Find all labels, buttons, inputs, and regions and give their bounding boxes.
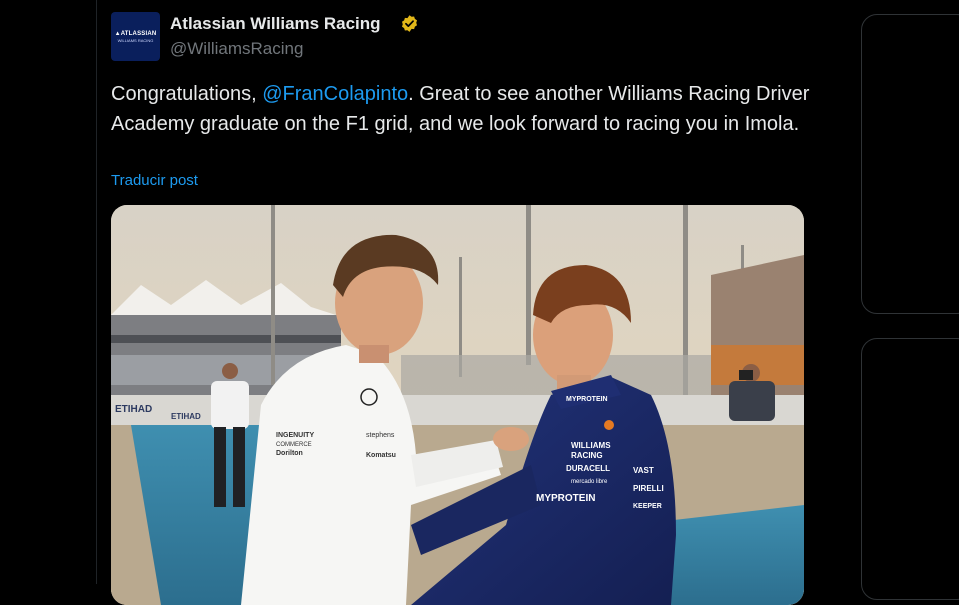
- suit-sponsor: PIRELLI: [633, 484, 664, 493]
- tweet-media-image[interactable]: ETIHAD ETIHAD INGENUITY COMMERCE stephen…: [111, 205, 804, 605]
- avatar[interactable]: ▲ATLASSIAN WILLIAMS RACING: [111, 12, 160, 61]
- tweet-text: Congratulations, @FranColapinto. Great t…: [111, 79, 811, 139]
- suit-sponsor: MYPROTEIN: [536, 493, 595, 504]
- shirt-sponsor: stephens: [366, 432, 395, 439]
- suit-sponsor: mercado libre: [571, 479, 608, 485]
- author-handle[interactable]: @WilliamsRacing: [170, 38, 303, 60]
- suit-sponsor: WILLIAMS: [571, 441, 611, 450]
- author-display-name[interactable]: Atlassian Williams Racing: [170, 12, 381, 36]
- suit-sponsor: VAST: [633, 466, 654, 475]
- shirt-sponsor: COMMERCE: [276, 442, 312, 448]
- suit-sponsor: DURACELL: [566, 464, 610, 473]
- right-sidebar: [823, 0, 959, 600]
- shirt-sponsor: Komatsu: [366, 452, 396, 459]
- sidebar-card: [861, 338, 959, 600]
- banner-text: ETIHAD: [171, 412, 201, 421]
- suit-sponsor: RACING: [571, 451, 603, 460]
- translate-post-link[interactable]: Traducir post: [111, 170, 198, 192]
- avatar-logo-text: ▲ATLASSIAN: [114, 30, 157, 37]
- verified-badge-icon[interactable]: [400, 14, 419, 33]
- suit-sponsor: KEEPER: [633, 503, 662, 510]
- banner-text: ETIHAD: [115, 404, 152, 415]
- photo-illustration: ETIHAD ETIHAD INGENUITY COMMERCE stephen…: [111, 205, 804, 605]
- shirt-sponsor: INGENUITY: [276, 432, 314, 439]
- tweet-text-part: Congratulations,: [111, 83, 263, 105]
- mention-link[interactable]: @FranColapinto: [262, 83, 408, 105]
- avatar-logo-subtext: WILLIAMS RACING: [117, 37, 154, 43]
- suit-sponsor: MYPROTEIN: [566, 396, 608, 403]
- left-gutter: [0, 0, 96, 584]
- shirt-sponsor: Dorilton: [276, 450, 303, 457]
- sidebar-card: [861, 14, 959, 314]
